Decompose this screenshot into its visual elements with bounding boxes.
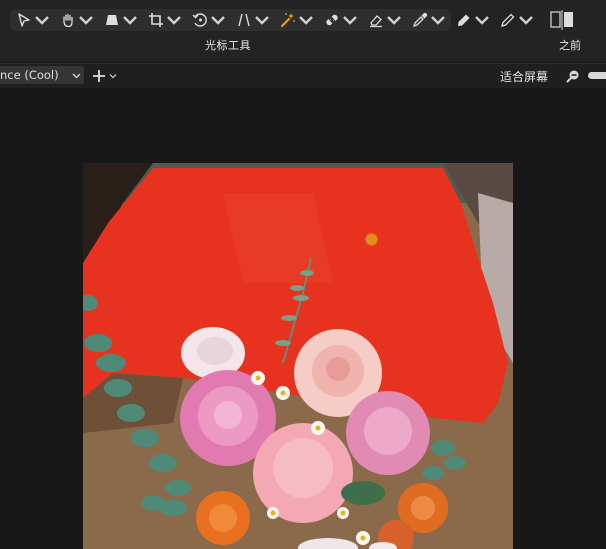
chevron-down-icon bbox=[343, 16, 357, 25]
before-after-toggle[interactable] bbox=[549, 9, 589, 31]
chevron-down-icon bbox=[167, 16, 181, 25]
tool-caption: 光标工具 bbox=[205, 39, 251, 52]
healing-tool-button[interactable] bbox=[318, 9, 362, 31]
rotate-icon bbox=[192, 13, 207, 27]
preset-value: nce (Cool) bbox=[0, 68, 59, 82]
chevron-down-icon bbox=[431, 16, 445, 25]
select-tool-button[interactable] bbox=[10, 9, 54, 31]
chevron-down-icon bbox=[211, 16, 225, 25]
eraser-icon bbox=[370, 15, 382, 28]
hand-tool-button[interactable] bbox=[54, 9, 98, 31]
chevron-down-icon bbox=[519, 16, 533, 25]
brush-icon bbox=[458, 14, 470, 26]
plus-icon bbox=[93, 70, 105, 82]
rotate-tool-button[interactable] bbox=[186, 9, 230, 31]
select-arrow-icon bbox=[18, 13, 30, 27]
chevron-down-icon bbox=[35, 16, 49, 25]
hand-icon bbox=[63, 13, 73, 28]
photo-preview[interactable] bbox=[83, 163, 513, 549]
add-button[interactable] bbox=[92, 68, 118, 84]
healing-bandage-icon bbox=[326, 14, 338, 26]
chevron-down-icon bbox=[123, 16, 137, 25]
eraser-tool-button[interactable] bbox=[362, 9, 406, 31]
tool-strip bbox=[10, 9, 533, 31]
before-caption: 之前 bbox=[559, 39, 581, 52]
preset-dropdown[interactable]: nce (Cool) bbox=[0, 66, 84, 84]
transform-icon bbox=[106, 15, 118, 25]
eyedropper-tool-button[interactable] bbox=[406, 9, 450, 31]
pencil-tool-button[interactable] bbox=[494, 9, 538, 31]
sub-toolbar: nce (Cool) 适合屏幕 bbox=[0, 63, 606, 89]
zoom-out-icon[interactable] bbox=[566, 69, 580, 83]
chevron-down-icon bbox=[299, 16, 313, 25]
chevron-down-icon bbox=[387, 16, 401, 25]
chevron-down-icon bbox=[475, 16, 489, 25]
chevron-down-icon bbox=[79, 16, 93, 25]
chevron-down-icon bbox=[109, 74, 117, 79]
fit-to-screen-button[interactable]: 适合屏幕 bbox=[500, 68, 548, 85]
magic-wand-tool-button[interactable] bbox=[274, 9, 318, 31]
pencil-icon bbox=[501, 13, 515, 27]
selection-pin[interactable] bbox=[365, 233, 378, 246]
zoom-slider[interactable] bbox=[588, 72, 606, 79]
eyedropper-icon bbox=[412, 12, 428, 28]
transform-tool-button[interactable] bbox=[98, 9, 142, 31]
magic-wand-icon bbox=[281, 13, 295, 27]
crop-icon bbox=[149, 13, 163, 27]
chevron-down-icon bbox=[72, 73, 81, 79]
perspective-tool-button[interactable] bbox=[230, 9, 274, 31]
crop-tool-button[interactable] bbox=[142, 9, 186, 31]
top-toolbar: 光标工具 之前 bbox=[0, 0, 606, 62]
perspective-icon bbox=[238, 13, 250, 27]
photo-image bbox=[83, 163, 513, 549]
brush-tool-button[interactable] bbox=[450, 9, 494, 31]
chevron-down-icon bbox=[255, 16, 269, 25]
compare-split-icon bbox=[550, 10, 573, 30]
